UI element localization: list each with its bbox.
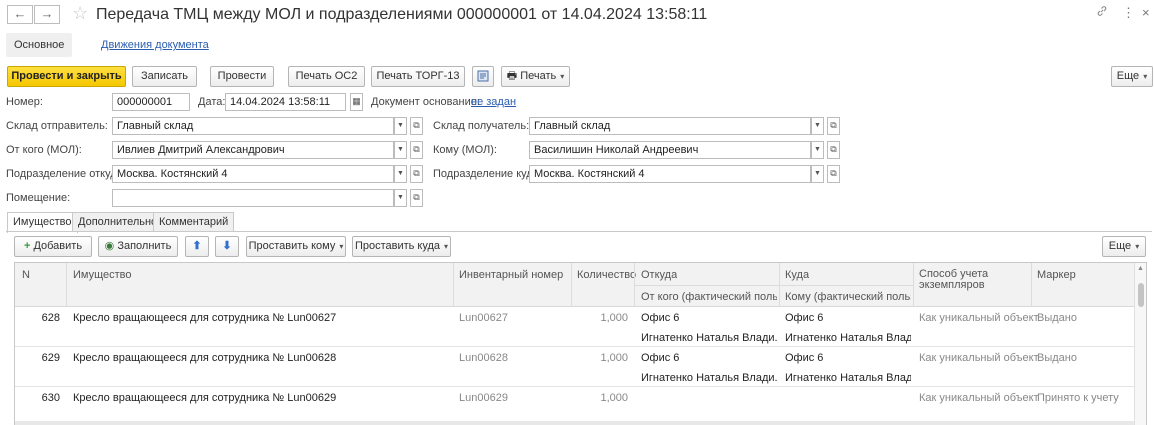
- basis-label: Документ основание:: [371, 96, 480, 108]
- to-dept-field[interactable]: Москва. Костянский 4: [529, 165, 811, 183]
- add-icon: +: [23, 240, 31, 252]
- chevron-down-icon[interactable]: ▼: [394, 141, 407, 159]
- header-inventory[interactable]: Инвентарный номер: [459, 269, 563, 281]
- to-mol-label: Кому (МОЛ):: [433, 144, 497, 156]
- more-vertical-icon[interactable]: ⋮: [1122, 5, 1135, 21]
- section-movements-link[interactable]: Движения документа: [101, 39, 209, 51]
- move-up-button[interactable]: ⬆: [185, 236, 209, 257]
- table-header: N Имущество Инвентарный номер Количество…: [15, 263, 1135, 307]
- header-marker[interactable]: Маркер: [1037, 269, 1076, 281]
- chevron-down-icon[interactable]: ▼: [811, 141, 824, 159]
- structure-icon[interactable]: [472, 66, 494, 87]
- sender-warehouse-field[interactable]: Главный склад: [112, 117, 394, 135]
- print-menu-button[interactable]: 🖶 Печать ▾: [501, 66, 570, 87]
- receiver-warehouse-field[interactable]: Главный склад: [529, 117, 811, 135]
- scroll-up-icon[interactable]: ▲: [1137, 265, 1144, 272]
- printer-icon: 🖶: [506, 70, 518, 82]
- date-label: Дата:: [198, 96, 226, 108]
- tab-property[interactable]: Имущество: [7, 212, 78, 233]
- sender-warehouse-label: Склад отправитель:: [6, 120, 108, 132]
- header-to[interactable]: Куда: [785, 269, 809, 281]
- table-more-button[interactable]: Еще ▾: [1102, 236, 1146, 257]
- room-field[interactable]: [112, 189, 394, 207]
- set-to-button[interactable]: Проставить кому ▾: [246, 236, 346, 257]
- forward-button[interactable]: →: [34, 5, 60, 24]
- tab-divider: [6, 231, 1152, 232]
- header-quantity[interactable]: Количество: [577, 269, 636, 281]
- property-table[interactable]: N Имущество Инвентарный номер Количество…: [14, 262, 1147, 425]
- chevron-down-icon: ▾: [444, 242, 449, 251]
- header-from-user[interactable]: От кого (фактический поль...: [641, 291, 777, 303]
- open-icon[interactable]: ⧉: [827, 165, 840, 183]
- print-os2-button[interactable]: Печать ОС2: [288, 66, 365, 87]
- open-icon[interactable]: ⧉: [410, 141, 423, 159]
- chevron-down-icon[interactable]: ▼: [811, 165, 824, 183]
- receiver-warehouse-label: Склад получатель:: [433, 120, 530, 132]
- chevron-down-icon: ▾: [1143, 72, 1148, 81]
- fill-icon: ◉: [104, 240, 115, 252]
- save-button[interactable]: Записать: [132, 66, 197, 87]
- header-n[interactable]: N: [22, 269, 30, 281]
- post-button[interactable]: Провести: [210, 66, 274, 87]
- post-and-close-button[interactable]: Провести и закрыть: [7, 66, 126, 87]
- chevron-down-icon[interactable]: ▼: [811, 117, 824, 135]
- table-row[interactable]: 629 Кресло вращающееся для сотрудника № …: [15, 347, 1135, 387]
- tab-comment[interactable]: Комментарий: [153, 212, 235, 232]
- favorite-star-icon[interactable]: ☆: [72, 3, 88, 24]
- fill-button[interactable]: ◉ Заполнить: [98, 236, 178, 257]
- number-field[interactable]: 000000001: [112, 93, 190, 111]
- from-dept-label: Подразделение откуда:: [6, 168, 126, 180]
- open-icon[interactable]: ⧉: [827, 117, 840, 135]
- number-label: Номер:: [6, 96, 43, 108]
- table-scrollbar[interactable]: ▲: [1134, 263, 1146, 425]
- print-torg13-button[interactable]: Печать ТОРГ-13: [371, 66, 465, 87]
- back-button[interactable]: ←: [7, 5, 33, 24]
- from-dept-field[interactable]: Москва. Костянский 4: [112, 165, 394, 183]
- table-row[interactable]: 630 Кресло вращающееся для сотрудника № …: [15, 387, 1135, 425]
- chevron-down-icon: ▾: [1135, 242, 1140, 251]
- calendar-icon[interactable]: ▦: [350, 93, 363, 111]
- header-from[interactable]: Откуда: [641, 269, 677, 281]
- chevron-down-icon[interactable]: ▼: [394, 165, 407, 183]
- from-mol-field[interactable]: Ивлиев Дмитрий Александрович: [112, 141, 394, 159]
- chevron-down-icon: ▾: [560, 72, 565, 81]
- scroll-thumb[interactable]: [1138, 283, 1144, 307]
- arrow-up-icon: ⬆: [192, 240, 202, 252]
- set-where-button[interactable]: Проставить куда ▾: [352, 236, 451, 257]
- to-dept-label: Подразделение куда:: [433, 168, 542, 180]
- more-button[interactable]: Еще ▾: [1111, 66, 1153, 87]
- header-method[interactable]: Способ учета экземпляров: [919, 269, 1025, 291]
- date-field[interactable]: 14.04.2024 13:58:11: [225, 93, 346, 111]
- section-main[interactable]: Основное: [6, 33, 73, 57]
- chevron-down-icon[interactable]: ▼: [394, 189, 407, 207]
- open-icon[interactable]: ⧉: [410, 165, 423, 183]
- tab-additional[interactable]: Дополнительно: [72, 212, 164, 232]
- from-mol-label: От кого (МОЛ):: [6, 144, 82, 156]
- add-button[interactable]: + Добавить: [14, 236, 92, 257]
- open-icon[interactable]: ⧉: [410, 189, 423, 207]
- table-row[interactable]: 628 Кресло вращающееся для сотрудника № …: [15, 307, 1135, 347]
- arrow-down-icon: ⬇: [222, 240, 232, 252]
- move-down-button[interactable]: ⬇: [215, 236, 239, 257]
- page-title: Передача ТМЦ между МОЛ и подразделениями…: [96, 6, 708, 23]
- close-icon[interactable]: ×: [1142, 5, 1150, 20]
- chevron-down-icon[interactable]: ▼: [394, 117, 407, 135]
- open-icon[interactable]: ⧉: [827, 141, 840, 159]
- chevron-down-icon: ▾: [339, 242, 344, 251]
- open-icon[interactable]: ⧉: [410, 117, 423, 135]
- table-footer: [15, 421, 1135, 425]
- to-mol-field[interactable]: Василишин Николай Андреевич: [529, 141, 811, 159]
- header-to-user[interactable]: Кому (фактический польз...: [785, 291, 911, 303]
- room-label: Помещение:: [6, 192, 71, 204]
- link-icon[interactable]: [1096, 5, 1108, 20]
- header-item[interactable]: Имущество: [73, 269, 132, 281]
- basis-link[interactable]: не задан: [471, 96, 516, 108]
